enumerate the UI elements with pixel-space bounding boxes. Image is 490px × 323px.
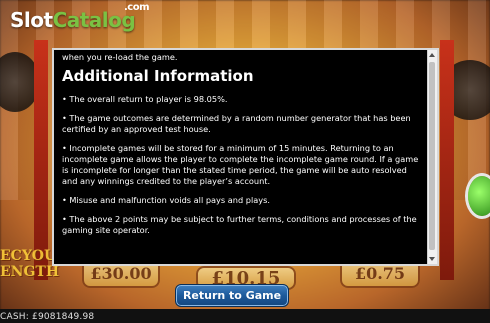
info-bullet-terms: • The above 2 points may be subject to f… xyxy=(62,214,417,235)
scroll-down-icon[interactable] xyxy=(429,257,435,261)
info-bullet-rtp: • The overall return to player is 98.05%… xyxy=(62,94,228,104)
logo-suffix-text: .com xyxy=(124,2,150,13)
spin-orb-icon xyxy=(468,176,490,216)
info-bullet-misuse: • Misuse and malfunction voids all pays … xyxy=(62,195,270,205)
dialog-heading: Additional Information xyxy=(62,67,254,85)
promo-line-2: ENGTH xyxy=(0,264,60,280)
scroll-up-icon[interactable] xyxy=(429,53,435,57)
left-red-pillar xyxy=(34,40,48,280)
slotcatalog-logo: SlotCatalog .com xyxy=(10,2,150,32)
dialog-content: when you re-load the game. Additional In… xyxy=(62,52,422,244)
logo-accent-text: Catalog xyxy=(52,8,136,32)
background-promo-text: ECYOU ENGTH xyxy=(0,248,59,280)
dialog-scrollbar[interactable] xyxy=(427,50,437,264)
info-bullet-rng: • The game outcomes are determined by a … xyxy=(62,113,411,134)
bottom-status-bar: CASH: £9081849.98 xyxy=(0,309,490,323)
right-red-pillar xyxy=(440,40,454,280)
promo-line-1: ECYOU xyxy=(0,248,57,264)
credit-balance: CASH: £9081849.98 xyxy=(0,312,95,322)
info-dialog: when you re-load the game. Additional In… xyxy=(52,48,439,266)
return-to-game-button[interactable]: Return to Game xyxy=(175,284,289,307)
logo-main-text: Slot xyxy=(10,8,53,32)
dialog-lead-text: when you re-load the game. xyxy=(62,52,178,62)
info-bullet-incomplete: • Incomplete games will be stored for a … xyxy=(62,143,419,186)
scroll-thumb[interactable] xyxy=(429,62,435,250)
